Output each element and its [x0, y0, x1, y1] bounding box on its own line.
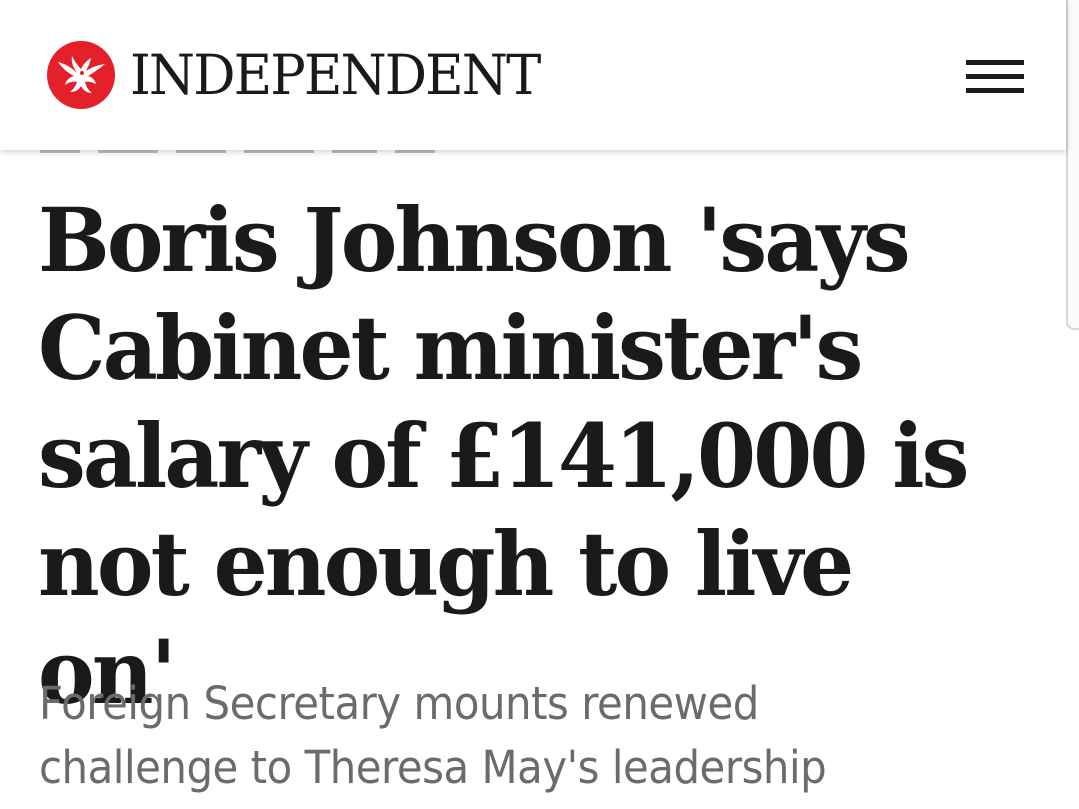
- menu-bar: [966, 60, 1024, 65]
- article-headline: Boris Johnson 'says Cabinet minister's s…: [38, 188, 969, 724]
- scrolled-content-peek: [40, 150, 480, 156]
- article-page: INDEPENDENT Boris Johnson 'says Cabinet …: [0, 0, 1079, 809]
- brand-wordmark: INDEPENDENT: [130, 43, 541, 107]
- home-logo-link[interactable]: INDEPENDENT: [46, 40, 556, 110]
- menu-bar: [966, 74, 1024, 79]
- menu-bar: [966, 88, 1024, 93]
- eagle-logo-icon: [47, 41, 115, 109]
- article-standfirst: Foreign Secretary mounts renewed challen…: [39, 677, 827, 794]
- scrollbar-edge[interactable]: [1066, 0, 1079, 330]
- site-header: INDEPENDENT: [0, 0, 1066, 150]
- hamburger-menu-icon[interactable]: [966, 58, 1024, 96]
